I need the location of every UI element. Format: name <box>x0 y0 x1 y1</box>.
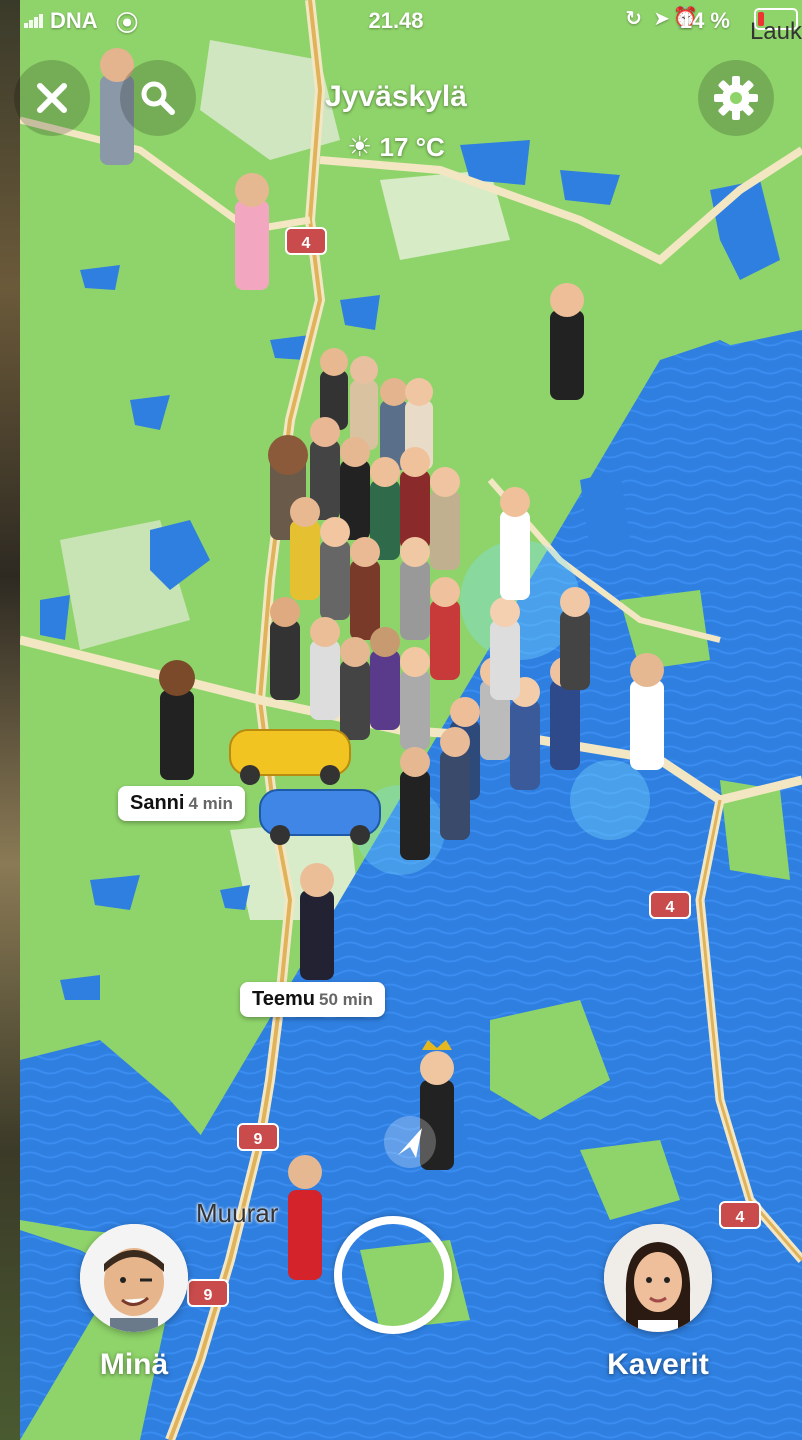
lock-rotation-icon: ↻ <box>625 8 642 30</box>
weather-info: ☀ 17 °C <box>20 130 772 163</box>
location-arrow-icon: ➤ <box>653 8 670 30</box>
bitmoji-friend[interactable] <box>235 173 269 290</box>
friend-time: 50 min <box>318 990 373 1009</box>
friend-name: Teemu <box>252 988 315 1010</box>
phone-screen: 4 4 4 9 9 DNA ⦿ 21.48 ↻ ➤ ⏰ 14 % Lauk Jy… <box>0 0 802 1440</box>
camera-capture-button[interactable] <box>334 1216 452 1334</box>
svg-text:9: 9 <box>254 1131 263 1148</box>
background-edge <box>0 0 20 1440</box>
friend-tag-sanni[interactable]: Sanni 4 min <box>118 786 245 821</box>
temperature: 17 °C <box>379 132 445 162</box>
bitmoji-friend[interactable] <box>159 660 195 780</box>
my-location-icon <box>384 1116 436 1168</box>
friend-time: 4 min <box>188 794 233 813</box>
sun-icon: ☀ <box>347 131 373 162</box>
friend-tag-teemu[interactable]: Teemu 50 min <box>240 982 385 1017</box>
friends-label: Kaverit <box>607 1348 709 1381</box>
road-badge: 4 <box>285 227 327 255</box>
friends-avatar <box>604 1224 712 1332</box>
bitmoji-friend[interactable] <box>630 653 664 770</box>
friends-button[interactable] <box>604 1224 712 1332</box>
me-label: Minä <box>99 1348 169 1381</box>
road-badge: 4 <box>649 891 691 919</box>
my-bitmoji-button[interactable] <box>80 1224 188 1332</box>
svg-text:4: 4 <box>302 235 311 252</box>
road-badge: 4 <box>719 1201 761 1229</box>
friend-name: Sanni <box>130 792 185 814</box>
svg-text:9: 9 <box>204 1287 213 1304</box>
battery-percentage: 14 % <box>679 8 730 33</box>
city-name: Jyväskylä <box>325 80 467 113</box>
my-avatar <box>80 1224 188 1332</box>
map-place-corner-label: Lauk <box>749 18 802 45</box>
bitmoji-friend[interactable] <box>550 283 584 400</box>
road-badge: 9 <box>187 1279 229 1307</box>
status-bar: DNA ⦿ 21.48 ↻ ➤ ⏰ 14 % Lauk <box>20 0 802 45</box>
bitmoji-friend[interactable] <box>300 863 334 980</box>
bitmoji-friend[interactable] <box>288 1155 322 1280</box>
road-badge: 9 <box>237 1123 279 1151</box>
svg-text:4: 4 <box>666 899 675 916</box>
svg-text:4: 4 <box>736 1209 745 1226</box>
place-label: Muurar <box>196 1198 279 1228</box>
